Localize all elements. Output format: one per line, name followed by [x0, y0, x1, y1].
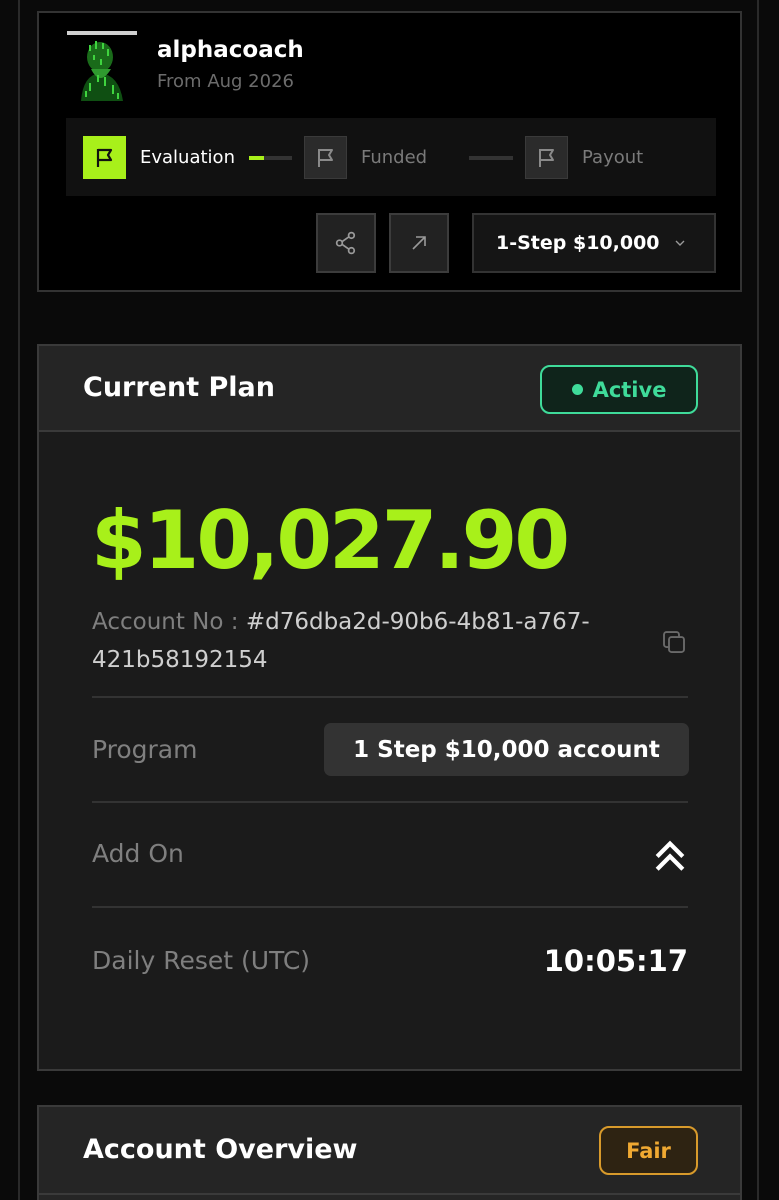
- account-balance: $10,027.90: [91, 494, 570, 587]
- account-number-label: Account No :: [92, 609, 246, 635]
- profile-card: alphacoach From Aug 2026 Evaluation Fund…: [37, 11, 742, 292]
- daily-reset-label: Daily Reset (UTC): [92, 946, 311, 975]
- divider: [92, 696, 688, 698]
- divider: [92, 906, 688, 908]
- step-funded-connector: [469, 156, 513, 160]
- avatar-top-bar: [67, 31, 137, 35]
- open-external-button[interactable]: [389, 213, 449, 273]
- status-badge: Active: [540, 365, 698, 414]
- member-since: From Aug 2026: [157, 71, 294, 92]
- status-dot-icon: [571, 384, 583, 395]
- step-payout-label[interactable]: Payout: [582, 147, 643, 168]
- overview-header-divider: [39, 1193, 740, 1195]
- account-number: Account No : #d76dba2d-90b6-4b81-a767-42…: [92, 603, 652, 679]
- avatar-image: [67, 31, 137, 101]
- double-chevron-up-icon[interactable]: [653, 838, 687, 876]
- daily-reset-value: 10:05:17: [543, 944, 688, 978]
- status-text: Active: [592, 377, 667, 402]
- share-button[interactable]: [316, 213, 376, 273]
- current-plan-title: Current Plan: [83, 372, 275, 403]
- current-plan-header: Current Plan Active: [39, 346, 740, 432]
- program-value-pill: 1 Step $10,000 account: [324, 723, 689, 776]
- current-plan-card: Current Plan Active $10,027.90 Account N…: [37, 344, 742, 1071]
- account-overview-card: Account Overview Fair: [37, 1105, 742, 1200]
- step-evaluation-label[interactable]: Evaluation: [140, 147, 235, 168]
- program-label: Program: [92, 735, 198, 764]
- username: alphacoach: [157, 37, 304, 63]
- copy-icon[interactable]: [659, 627, 689, 661]
- chevron-down-icon: [675, 240, 685, 246]
- step-evaluation-flag-icon[interactable]: [83, 136, 126, 179]
- progress-stepper: Evaluation Funded Payout: [66, 118, 716, 196]
- addon-label: Add On: [92, 839, 184, 868]
- plan-select-value: 1-Step $10,000: [496, 232, 660, 254]
- step-payout-flag-icon[interactable]: [525, 136, 568, 179]
- health-badge: Fair: [599, 1126, 698, 1175]
- plan-select[interactable]: 1-Step $10,000: [472, 213, 716, 273]
- share-icon: [335, 231, 356, 255]
- arrow-up-right-icon: [412, 236, 426, 250]
- step-evaluation-progress: [249, 156, 292, 160]
- step-funded-label[interactable]: Funded: [361, 147, 427, 168]
- divider: [92, 801, 688, 803]
- account-overview-title: Account Overview: [83, 1134, 358, 1165]
- step-funded-flag-icon[interactable]: [304, 136, 347, 179]
- avatar[interactable]: [67, 31, 137, 101]
